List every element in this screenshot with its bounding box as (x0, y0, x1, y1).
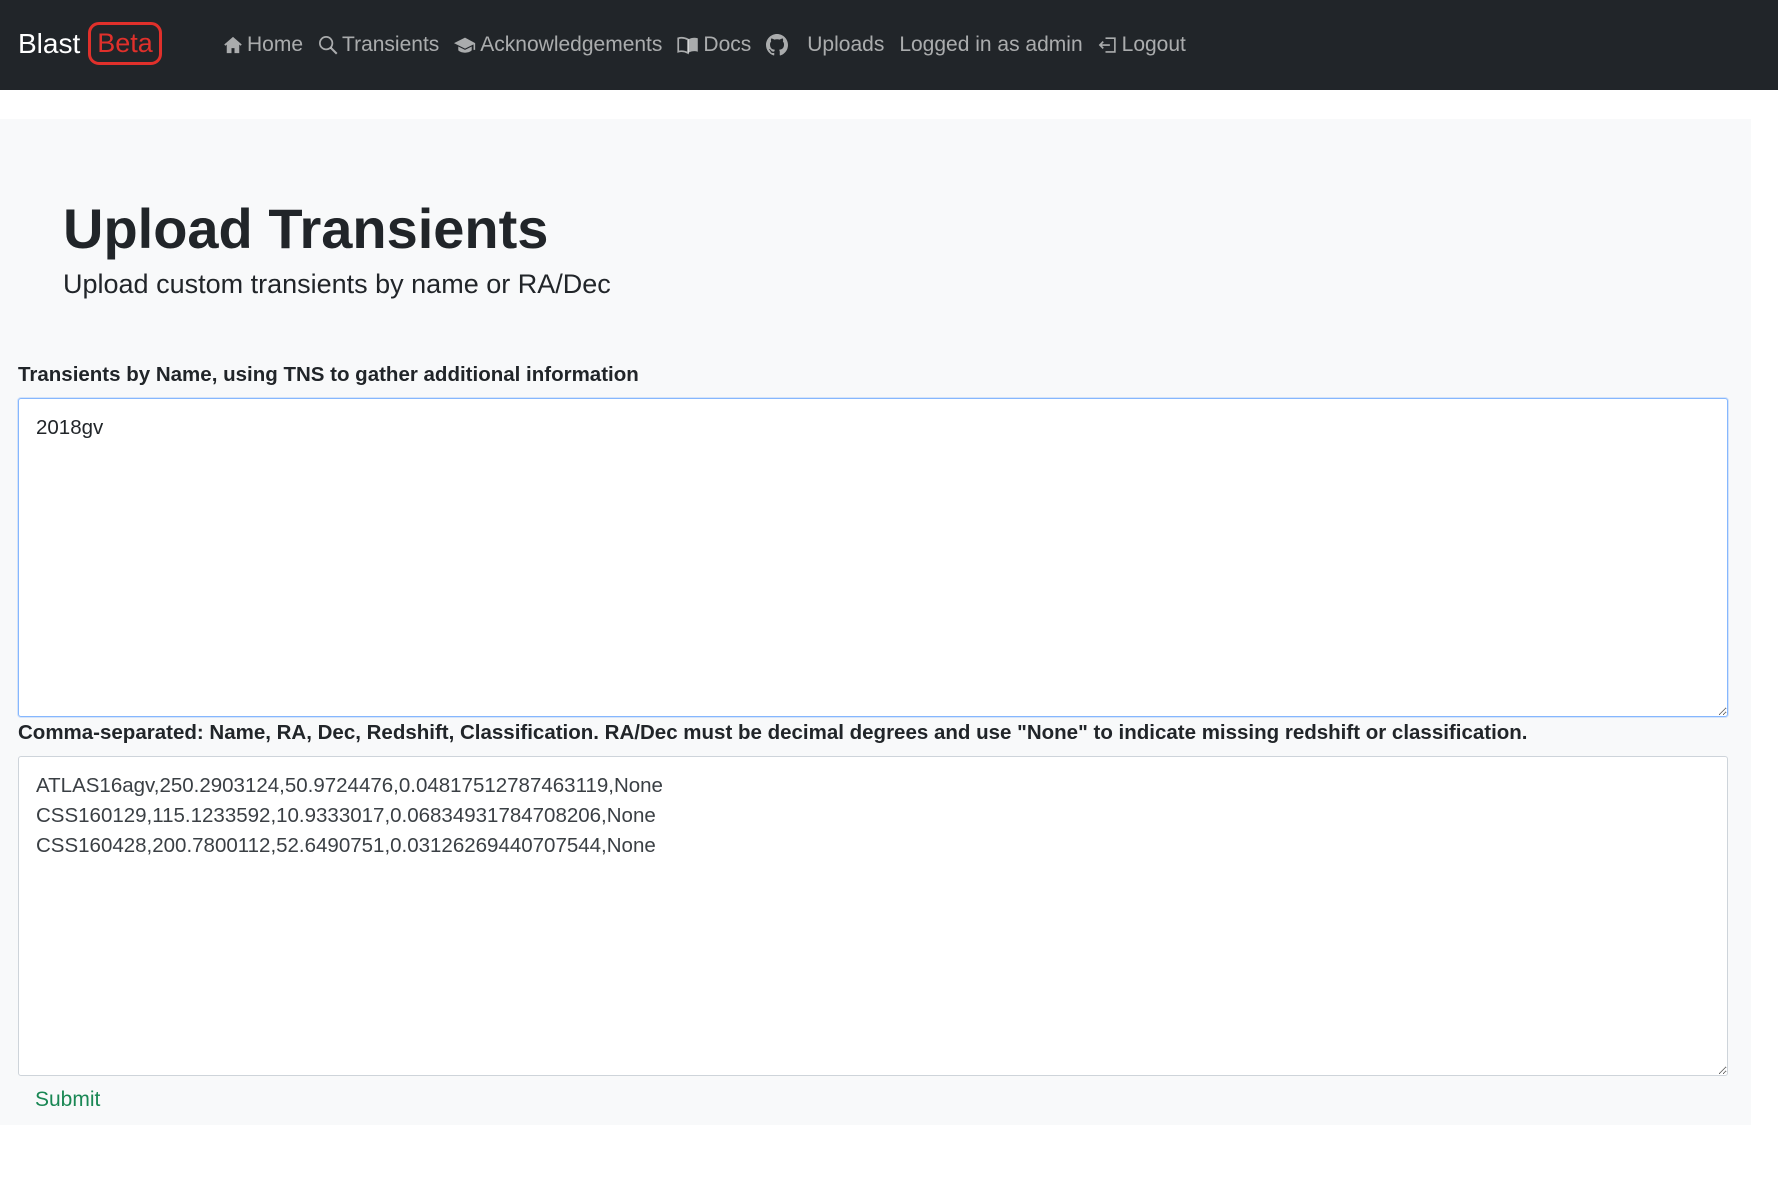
graduation-cap-icon (454, 37, 476, 53)
nav-item-logout[interactable]: Logout (1098, 33, 1186, 57)
page-subtitle: Upload custom transients by name or RA/D… (63, 269, 611, 299)
github-icon (766, 34, 789, 56)
nav-label-logged-in: Logged in as admin (899, 33, 1083, 56)
nav-label-home: Home (247, 33, 304, 56)
brand-link[interactable]: Blast Beta (18, 22, 162, 65)
names-textarea[interactable]: 2018gv (18, 398, 1728, 717)
brand-name: Blast (18, 27, 81, 59)
csv-field-label: Comma-separated: Name, RA, Dec, Redshift… (18, 721, 1528, 744)
beta-badge: Beta (88, 22, 162, 65)
nav-items: Home Transients Acknowledgements Docs Up… (223, 28, 1201, 62)
csv-textarea[interactable]: ATLAS16agv,250.2903124,50.9724476,0.0481… (18, 756, 1728, 1076)
book-icon (677, 36, 699, 55)
nav-label-acknowledgements: Acknowledgements (480, 33, 663, 56)
names-field-label: Transients by Name, using TNS to gather … (18, 363, 639, 386)
upload-panel: Upload Transients Upload custom transien… (0, 119, 1751, 1125)
nav-label-docs: Docs (703, 33, 752, 56)
page-title: Upload Transients (63, 197, 549, 260)
nav-item-transients[interactable]: Transients (318, 33, 439, 57)
submit-button[interactable]: Submit (35, 1088, 100, 1112)
nav-item-github[interactable] (766, 34, 792, 56)
nav-label-transients: Transients (342, 33, 440, 56)
home-icon (224, 36, 242, 54)
navbar: Blast Beta Home Transients Acknowledgeme… (0, 0, 1778, 90)
nav-label-logout: Logout (1121, 33, 1186, 56)
nav-item-uploads[interactable]: Uploads (807, 33, 884, 57)
logged-in-status: Logged in as admin (899, 33, 1082, 57)
logout-icon (1098, 37, 1116, 53)
search-icon (319, 36, 338, 55)
nav-item-home[interactable]: Home (223, 33, 303, 57)
nav-label-uploads: Uploads (807, 33, 885, 56)
nav-item-docs[interactable]: Docs (677, 33, 751, 57)
nav-item-acknowledgements[interactable]: Acknowledgements (454, 33, 662, 57)
